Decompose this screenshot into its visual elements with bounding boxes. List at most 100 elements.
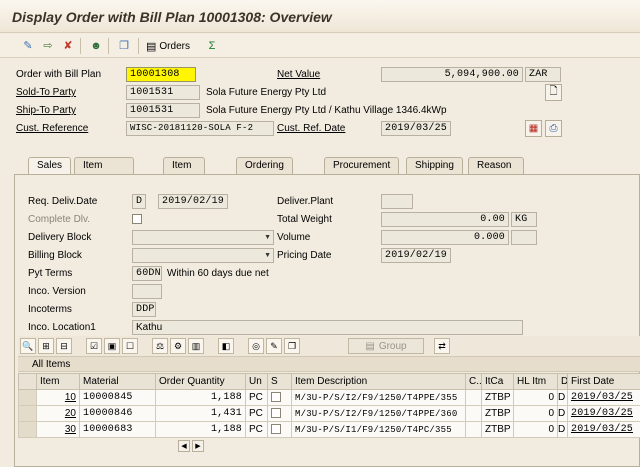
d-cell[interactable]: D <box>557 389 568 406</box>
volume-unit-field[interactable] <box>511 230 537 245</box>
col-s[interactable]: S <box>267 373 292 390</box>
quantity-cell[interactable]: 1,188 <box>155 389 246 406</box>
col-c[interactable]: C.. <box>465 373 482 390</box>
pyt-terms-field[interactable]: 60DN <box>132 266 162 281</box>
pricing-icon[interactable]: ⚖ <box>152 338 168 354</box>
item-cell[interactable]: 10 <box>36 389 80 406</box>
schedule-lines-icon[interactable]: ▥ <box>188 338 204 354</box>
first-date-cell[interactable]: 2019/03/25 <box>567 389 640 406</box>
delivery-block-dropdown[interactable] <box>132 230 274 245</box>
currency-field[interactable]: ZAR <box>525 67 561 82</box>
tab-item-overview[interactable]: Item Overview <box>74 157 134 186</box>
net-value-field[interactable]: 5,094,900.00 <box>381 67 523 82</box>
c-cell[interactable] <box>465 421 482 438</box>
description-cell[interactable]: M/3U-P/S/I2/F9/1250/T4PPE/355 <box>291 389 466 406</box>
insert-row-icon[interactable]: ⊞ <box>38 338 54 354</box>
select-all-icon[interactable]: ☑ <box>86 338 102 354</box>
row-selector[interactable] <box>18 421 37 438</box>
layout-icon[interactable]: ⇄ <box>434 338 450 354</box>
select-block-icon[interactable]: ▣ <box>104 338 120 354</box>
first-date-cell[interactable]: 2019/03/25 <box>567 405 640 422</box>
table-row[interactable]: 10 10000845 1,188 PC M/3U-P/S/I2/F9/1250… <box>18 389 640 406</box>
sold-to-field[interactable]: 1001531 <box>126 85 200 100</box>
weight-unit-field[interactable]: KG <box>511 212 537 227</box>
hl-itm-cell[interactable]: 0 <box>513 421 558 438</box>
col-hl-itm[interactable]: HL Itm <box>513 373 558 390</box>
material-cell[interactable]: 10000846 <box>79 405 156 422</box>
quantity-cell[interactable]: 1,188 <box>155 421 246 438</box>
col-itca[interactable]: ItCa <box>481 373 514 390</box>
tab-item-detail[interactable]: Item detail <box>163 157 205 186</box>
incoterms-field[interactable]: DDP <box>132 302 156 317</box>
row-checkbox[interactable] <box>271 408 281 419</box>
texts-icon[interactable]: ◎ <box>248 338 264 354</box>
hl-itm-cell[interactable]: 0 <box>513 405 558 422</box>
availability-icon[interactable]: ◧ <box>218 338 234 354</box>
row-selector[interactable] <box>18 405 37 422</box>
tab-sales[interactable]: Sales <box>28 157 72 175</box>
inco-version-field[interactable] <box>132 284 162 299</box>
other-document-icon[interactable]: ⇨ <box>40 38 56 54</box>
col-material[interactable]: Material <box>79 373 156 390</box>
display-change-icon[interactable]: ✎ <box>20 38 36 54</box>
item-cell[interactable]: 20 <box>36 405 80 422</box>
orders-button[interactable]: ▤ Orders <box>146 38 190 54</box>
first-date-cell[interactable]: 2019/03/25 <box>567 421 640 438</box>
c-cell[interactable] <box>465 405 482 422</box>
unit-cell[interactable]: PC <box>245 405 268 422</box>
d-cell[interactable]: D <box>557 405 568 422</box>
table-row[interactable]: 20 10000846 1,431 PC M/3U-P/S/I2/F9/1250… <box>18 405 640 422</box>
group-button[interactable]: ▤ Group <box>348 338 424 354</box>
tab-reason-for-rejection[interactable]: Reason for rejection <box>468 157 524 201</box>
row-selector[interactable] <box>18 389 37 406</box>
description-cell[interactable]: M/3U-P/S/I2/F9/1250/T4PPE/360 <box>291 405 466 422</box>
itca-cell[interactable]: ZTBP <box>481 405 514 422</box>
person-icon[interactable]: ☻ <box>88 38 104 54</box>
col-unit[interactable]: Un <box>245 373 268 390</box>
document-flow-icon[interactable]: ❐ <box>116 38 132 54</box>
row-selector-header[interactable] <box>18 373 37 390</box>
s-cell[interactable] <box>267 389 292 406</box>
configuration-icon[interactable]: ⚙ <box>170 338 186 354</box>
req-deliv-date-field[interactable]: 2019/02/19 <box>158 194 228 209</box>
horizontal-scrollbar[interactable]: ◀ ▶ <box>18 437 640 453</box>
tab-ordering-party[interactable]: Ordering party <box>236 157 293 186</box>
document-icon[interactable]: 🗋 <box>545 84 562 101</box>
col-item-description[interactable]: Item Description <box>291 373 466 390</box>
inco-location-field[interactable]: Kathu <box>132 320 523 335</box>
c-cell[interactable] <box>465 389 482 406</box>
print-icon[interactable]: ⎙ <box>545 120 562 137</box>
total-weight-field[interactable]: 0.00 <box>381 212 509 227</box>
row-checkbox[interactable] <box>271 392 281 403</box>
itca-cell[interactable]: ZTBP <box>481 389 514 406</box>
material-cell[interactable]: 10000683 <box>79 421 156 438</box>
order-number-field[interactable]: 10001308 <box>126 67 196 82</box>
col-d[interactable]: D <box>557 373 568 390</box>
cust-ref-date-field[interactable]: 2019/03/25 <box>381 121 451 136</box>
s-cell[interactable] <box>267 421 292 438</box>
tab-shipping[interactable]: Shipping <box>406 157 463 174</box>
scroll-left-icon[interactable]: ◀ <box>178 440 190 452</box>
col-order-quantity[interactable]: Order Quantity <box>155 373 246 390</box>
billing-block-dropdown[interactable] <box>132 248 274 263</box>
delete-row-icon[interactable]: ⊟ <box>56 338 72 354</box>
pricing-date-field[interactable]: 2019/02/19 <box>381 248 451 263</box>
material-cell[interactable]: 10000845 <box>79 389 156 406</box>
s-cell[interactable] <box>267 405 292 422</box>
table-row[interactable]: 30 10000683 1,188 PC M/3U-P/S/I1/F9/1250… <box>18 421 640 438</box>
item-cell[interactable]: 30 <box>36 421 80 438</box>
req-deliv-type-field[interactable]: D <box>132 194 146 209</box>
change-icon[interactable]: ✎ <box>266 338 282 354</box>
deliver-plant-field[interactable] <box>381 194 413 209</box>
col-item[interactable]: Item <box>36 373 80 390</box>
col-first-date[interactable]: First Date <box>567 373 640 390</box>
deselect-all-icon[interactable]: ☐ <box>122 338 138 354</box>
complete-dlv-checkbox[interactable] <box>132 214 142 225</box>
unit-cell[interactable]: PC <box>245 421 268 438</box>
hl-itm-cell[interactable]: 0 <box>513 389 558 406</box>
tab-procurement[interactable]: Procurement <box>324 157 400 174</box>
description-cell[interactable]: M/3U-P/S/I1/F9/1250/T4PC/355 <box>291 421 466 438</box>
itca-cell[interactable]: ZTBP <box>481 421 514 438</box>
row-checkbox[interactable] <box>271 424 281 435</box>
scroll-right-icon[interactable]: ▶ <box>192 440 204 452</box>
